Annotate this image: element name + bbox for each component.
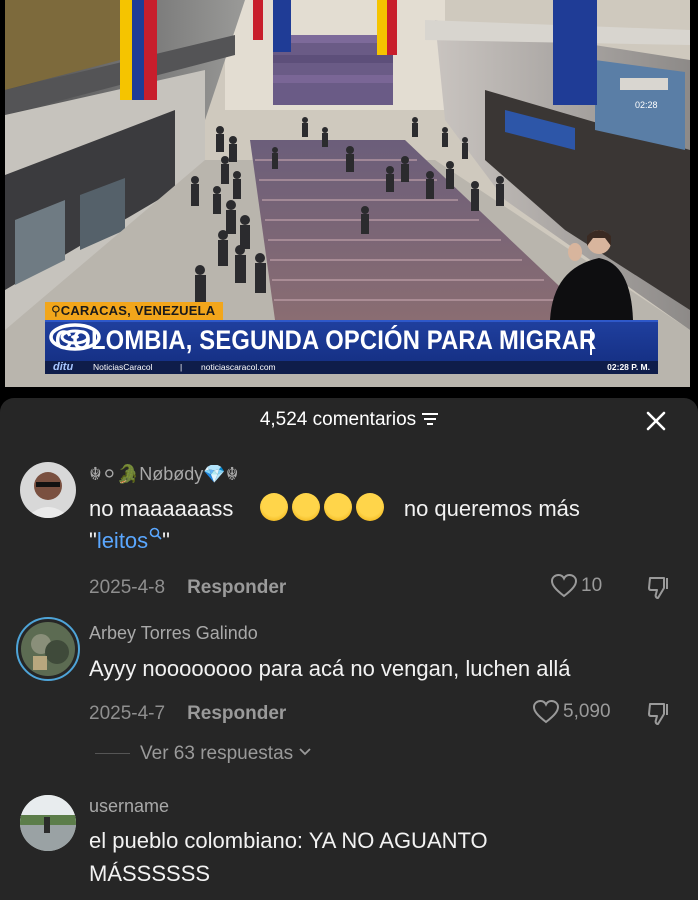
avatar[interactable] bbox=[20, 462, 76, 518]
ticker-bar: ditu NoticiasCaracol | noticiascaracol.c… bbox=[45, 361, 658, 374]
comments-sheet: 4,524 comentarios ☬⚪🐊Nøbødy💎☬ no maaaaaa… bbox=[0, 398, 698, 900]
headline-text: COLOMBIA, SEGUNDA OPCIÓN PARA MIGRAR bbox=[55, 325, 597, 355]
view-replies-label: Ver 63 respuestas bbox=[140, 743, 294, 764]
caracol-logo bbox=[49, 323, 101, 351]
comment-date: 2025-4-8 bbox=[89, 577, 166, 598]
video-player[interactable]: 02:28 ⚲CARACAS, VENEZUELA COLOMBIA, SEGU… bbox=[0, 0, 698, 398]
loudly-crying-face-icon bbox=[259, 493, 388, 521]
like-button[interactable]: 5,090 bbox=[532, 699, 611, 724]
location-tag: ⚲CARACAS, VENEZUELA bbox=[45, 302, 224, 320]
ticker-separator: | bbox=[180, 362, 183, 372]
dislike-icon[interactable] bbox=[646, 574, 674, 602]
comment-text-part: no queremos más bbox=[403, 496, 580, 521]
headline-divider bbox=[590, 329, 592, 355]
comment-username[interactable]: ☬⚪🐊Nøbødy💎☬ bbox=[89, 464, 239, 485]
heart-icon bbox=[550, 573, 578, 598]
quote-mark: " bbox=[162, 528, 170, 553]
comments-header: 4,524 comentarios bbox=[0, 398, 698, 442]
comment-username[interactable]: Arbey Torres Galindo bbox=[89, 623, 258, 644]
comment-text: Ayyy noooooooo para acá no vengan, luche… bbox=[89, 656, 571, 681]
board-time: 02:28 bbox=[635, 100, 658, 110]
reply-button[interactable]: Responder bbox=[187, 703, 286, 724]
view-replies-button[interactable]: Ver 63 respuestas bbox=[140, 743, 312, 765]
reply-button[interactable]: Responder bbox=[187, 577, 286, 598]
heart-icon bbox=[532, 699, 560, 724]
like-button[interactable]: 10 bbox=[550, 573, 603, 598]
comment-date: 2025-4-7 bbox=[89, 703, 166, 724]
comment-meta: 2025-4-7 Responder bbox=[89, 703, 286, 725]
like-count: 10 bbox=[581, 575, 603, 596]
close-icon[interactable] bbox=[641, 406, 671, 436]
headline-banner: COLOMBIA, SEGUNDA OPCIÓN PARA MIGRAR bbox=[45, 320, 658, 361]
ticker-channel: NoticiasCaracol bbox=[93, 362, 153, 372]
avatar[interactable] bbox=[16, 617, 80, 681]
comment-item: Arbey Torres Galindo Ayyy noooooooo para… bbox=[0, 613, 698, 773]
comment-text-line2: MÁSSSSSS bbox=[89, 861, 211, 886]
video-frame: 02:28 ⚲CARACAS, VENEZUELA COLOMBIA, SEGU… bbox=[5, 0, 690, 387]
comment-text-part: no maaaaaass bbox=[89, 496, 234, 521]
comment-item: username el pueblo colombiano: YA NO AGU… bbox=[0, 793, 698, 900]
location-pin-icon: ⚲ bbox=[51, 303, 61, 318]
ditu-logo: ditu bbox=[53, 361, 74, 373]
like-count: 5,090 bbox=[563, 701, 611, 722]
comment-text: el pueblo colombiano: YA NO AGUANTO bbox=[89, 828, 488, 853]
ticker-time: 02:28 P. M. bbox=[607, 362, 650, 372]
dislike-icon[interactable] bbox=[646, 700, 674, 728]
comment-item: ☬⚪🐊Nøbødy💎☬ no maaaaaass no queremos más… bbox=[0, 460, 698, 600]
filter-icon[interactable] bbox=[422, 412, 439, 425]
replies-divider bbox=[95, 753, 130, 754]
search-keyword-link[interactable]: leitos bbox=[96, 527, 162, 553]
comment-username[interactable]: username bbox=[89, 796, 169, 817]
search-keyword: leitos bbox=[96, 528, 149, 553]
avatar[interactable] bbox=[20, 795, 76, 851]
comments-count-sort[interactable]: 4,524 comentarios bbox=[0, 409, 698, 431]
search-icon bbox=[149, 527, 162, 540]
comment-text: no maaaaaass no queremos más bbox=[89, 493, 580, 525]
comment-text-line2: "leitos " bbox=[89, 525, 170, 557]
chevron-down-icon bbox=[299, 748, 312, 756]
location-text: CARACAS, VENEZUELA bbox=[60, 303, 216, 318]
quote-mark: " bbox=[89, 528, 97, 553]
comment-meta: 2025-4-8 Responder bbox=[89, 577, 286, 599]
ticker-site: noticiascaracol.com bbox=[201, 362, 276, 372]
comments-count: 4,524 comentarios bbox=[259, 409, 417, 430]
